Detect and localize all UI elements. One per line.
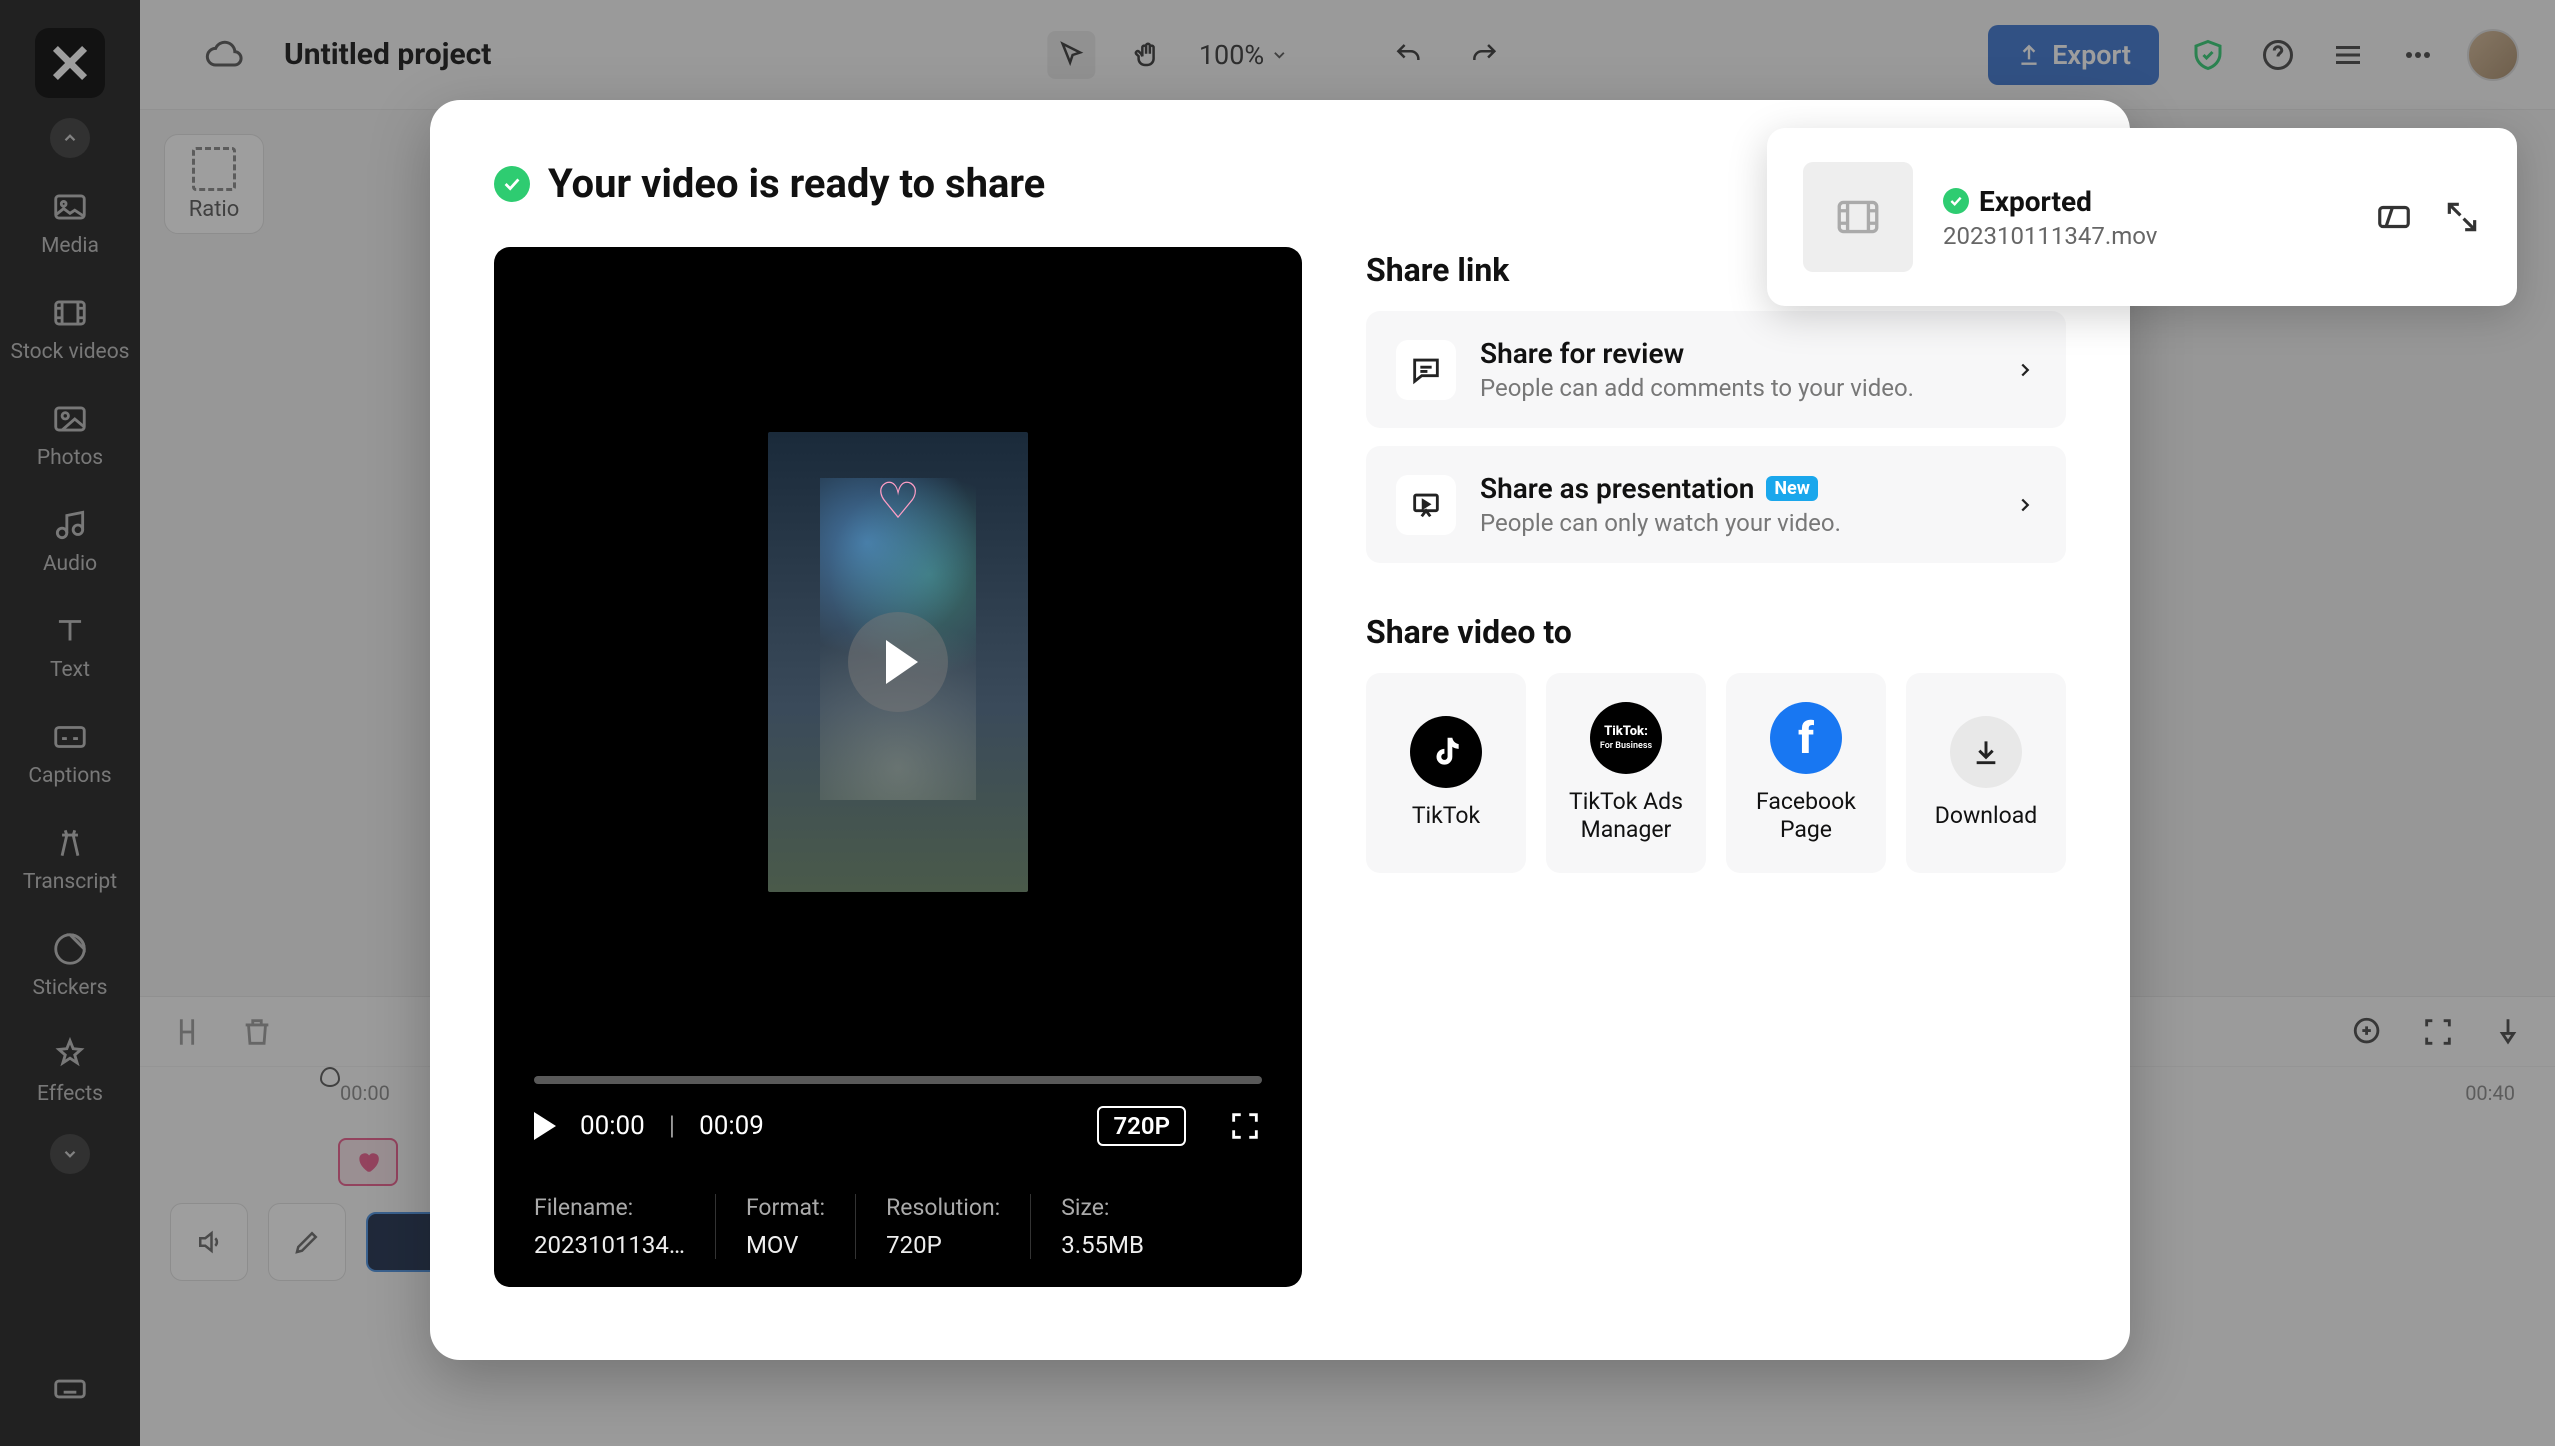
video-preview-panel: ♡ 00:00 | 00:09 720P Filen xyxy=(494,247,1302,1287)
chevron-right-icon xyxy=(2014,359,2036,381)
check-icon xyxy=(1943,188,1969,214)
new-badge: New xyxy=(1766,476,1818,501)
modal-title: Your video is ready to share xyxy=(548,160,1045,207)
video-metadata: Filename: 2023101134… Format: MOV Resolu… xyxy=(494,1166,1302,1287)
download-tile[interactable]: Download xyxy=(1906,673,2066,873)
toast-thumbnail xyxy=(1803,162,1913,272)
quality-badge[interactable]: 720P xyxy=(1097,1106,1186,1146)
presentation-icon xyxy=(1396,475,1456,535)
share-facebook-tile[interactable]: f Facebook Page xyxy=(1726,673,1886,873)
toast-filename: 202310111347.mov xyxy=(1943,222,2345,250)
check-icon xyxy=(494,166,530,202)
current-time: 00:00 xyxy=(580,1111,645,1141)
share-presentation-card[interactable]: Share as presentation New People can onl… xyxy=(1366,446,2066,563)
progress-bar[interactable] xyxy=(534,1076,1262,1084)
expand-icon[interactable] xyxy=(2443,198,2481,236)
open-folder-icon[interactable] xyxy=(2375,198,2413,236)
play-button[interactable] xyxy=(494,247,1302,1076)
duration: 00:09 xyxy=(699,1111,764,1141)
share-options: Share link Share for review People can a… xyxy=(1366,247,2066,1300)
play-small-button[interactable] xyxy=(534,1112,556,1140)
tiktok-ads-icon: TikTok:For Business xyxy=(1590,702,1662,774)
tiktok-icon xyxy=(1410,716,1482,788)
toast-title: Exported xyxy=(1979,185,2092,218)
fullscreen-icon[interactable] xyxy=(1228,1109,1262,1143)
download-icon xyxy=(1950,716,2022,788)
share-tiktok-tile[interactable]: TikTok xyxy=(1366,673,1526,873)
facebook-icon: f xyxy=(1770,702,1842,774)
chevron-right-icon xyxy=(2014,494,2036,516)
export-toast: Exported 202310111347.mov xyxy=(1767,128,2517,306)
share-tiktok-ads-tile[interactable]: TikTok:For Business TikTok Ads Manager xyxy=(1546,673,1706,873)
share-video-heading: Share video to xyxy=(1366,613,2066,651)
share-review-card[interactable]: Share for review People can add comments… xyxy=(1366,311,2066,428)
comment-icon xyxy=(1396,340,1456,400)
video-preview[interactable]: ♡ xyxy=(494,247,1302,1076)
